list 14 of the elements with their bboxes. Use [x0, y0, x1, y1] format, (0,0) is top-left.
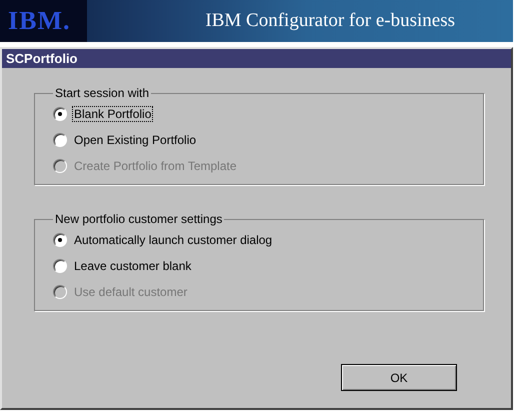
banner-title: IBM Configurator for e-business: [205, 10, 455, 32]
radio-label[interactable]: Blank Portfolio: [73, 107, 152, 121]
logo: IBM.: [0, 0, 86, 42]
radio-button[interactable]: [53, 107, 67, 121]
ok-button[interactable]: OK: [341, 364, 457, 391]
group-label: New portfolio customer settings: [54, 212, 224, 226]
radio-button[interactable]: [53, 259, 67, 273]
radio-label[interactable]: Automatically launch customer dialog: [73, 233, 274, 247]
radio-button[interactable]: [53, 133, 67, 147]
group-label: Start session with: [54, 86, 150, 100]
dialog-title: SCPortfolio: [2, 49, 511, 68]
radio-button[interactable]: [53, 233, 67, 247]
radio-label[interactable]: Open Existing Portfolio: [73, 133, 198, 147]
radio-label[interactable]: Leave customer blank: [73, 259, 192, 273]
